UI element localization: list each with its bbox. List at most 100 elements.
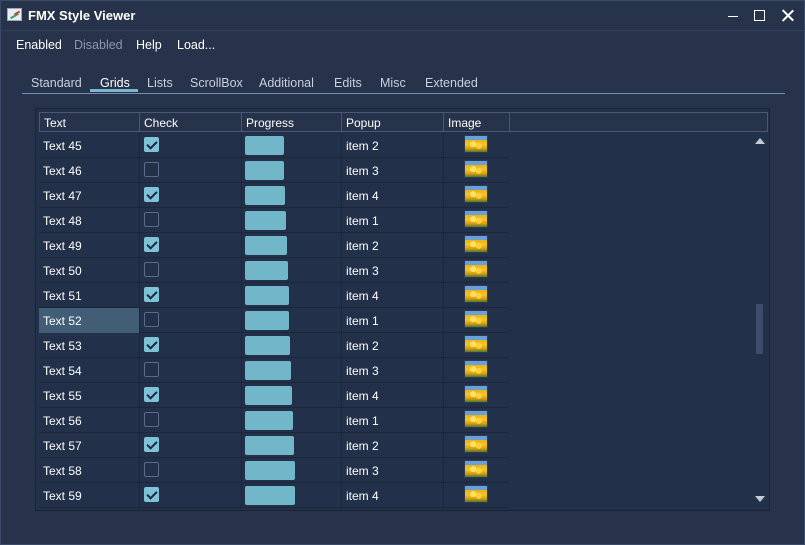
image-cell	[444, 158, 509, 183]
table-row[interactable]: Text 56 item 1	[39, 408, 509, 433]
table-row[interactable]: Text 45 item 2	[39, 133, 509, 158]
flowers-thumbnail-icon	[464, 260, 488, 278]
menu-disabled[interactable]: Disabled	[74, 38, 123, 52]
row-checkbox[interactable]	[144, 362, 159, 377]
app-window: FMX Style Viewer Enabled Disabled Help L…	[0, 0, 805, 545]
close-button[interactable]	[772, 1, 802, 30]
row-checkbox[interactable]	[144, 487, 159, 502]
text-cell[interactable]: Text 56	[39, 408, 140, 433]
table-row[interactable]: Text 50 item 3	[39, 258, 509, 283]
tab-edits[interactable]: Edits	[334, 76, 362, 90]
row-checkbox[interactable]	[144, 187, 159, 202]
table-row[interactable]: Text 57 item 2	[39, 433, 509, 458]
table-row[interactable]: Text 46 item 3	[39, 158, 509, 183]
row-checkbox[interactable]	[144, 262, 159, 277]
text-cell[interactable]: Text 54	[39, 358, 140, 383]
row-checkbox[interactable]	[144, 162, 159, 177]
column-header-progress[interactable]: Progress	[242, 112, 342, 132]
table-row[interactable]: Text 52 item 1	[39, 308, 509, 333]
check-cell	[140, 233, 242, 258]
progress-fill	[245, 136, 284, 155]
row-checkbox[interactable]	[144, 287, 159, 302]
row-checkbox[interactable]	[144, 412, 159, 427]
progress-fill	[245, 386, 292, 405]
text-cell[interactable]: Text 55	[39, 383, 140, 408]
popup-cell[interactable]: item 4	[342, 183, 444, 208]
popup-cell[interactable]: item 3	[342, 258, 444, 283]
text-cell[interactable]: Text 50	[39, 258, 140, 283]
tab-grids[interactable]: Grids	[100, 76, 130, 90]
menu-load[interactable]: Load...	[177, 38, 215, 52]
grid-header: Text Check Progress Popup Image	[39, 112, 768, 132]
tab-lists[interactable]: Lists	[147, 76, 173, 90]
scroll-thumb[interactable]	[756, 304, 763, 354]
text-cell[interactable]: Text 57	[39, 433, 140, 458]
maximize-button[interactable]	[744, 1, 774, 30]
table-row[interactable]: Text 53 item 2	[39, 333, 509, 358]
table-row[interactable]: Text 49 item 2	[39, 233, 509, 258]
table-row[interactable]: Text 51 item 4	[39, 283, 509, 308]
menu-enabled[interactable]: Enabled	[16, 38, 62, 52]
image-cell	[444, 308, 509, 333]
row-checkbox[interactable]	[144, 437, 159, 452]
progress-fill	[245, 336, 290, 355]
row-checkbox[interactable]	[144, 212, 159, 227]
tab-scrollbox[interactable]: ScrollBox	[190, 76, 243, 90]
column-header-image[interactable]: Image	[444, 112, 510, 132]
table-row[interactable]: Text 59 item 4	[39, 483, 509, 508]
check-cell	[140, 458, 242, 483]
title-bar[interactable]: FMX Style Viewer	[1, 1, 804, 30]
column-header-check[interactable]: Check	[140, 112, 242, 132]
popup-cell[interactable]: item 2	[342, 433, 444, 458]
menu-help[interactable]: Help	[136, 38, 162, 52]
row-checkbox[interactable]	[144, 312, 159, 327]
popup-cell[interactable]: item 1	[342, 408, 444, 433]
text-cell[interactable]: Text 51	[39, 283, 140, 308]
column-header-popup[interactable]: Popup	[342, 112, 444, 132]
row-checkbox[interactable]	[144, 387, 159, 402]
text-cell[interactable]: Text 46	[39, 158, 140, 183]
string-grid[interactable]: Text Check Progress Popup Image Text 45 i…	[35, 108, 770, 511]
popup-cell[interactable]: item 4	[342, 383, 444, 408]
popup-cell[interactable]: item 4	[342, 483, 444, 508]
popup-cell[interactable]: item 3	[342, 358, 444, 383]
popup-cell[interactable]: item 3	[342, 458, 444, 483]
popup-cell[interactable]: item 2	[342, 133, 444, 158]
column-header-text[interactable]: Text	[39, 112, 140, 132]
scroll-down-arrow-icon[interactable]	[755, 496, 765, 502]
popup-cell[interactable]: item 1	[342, 308, 444, 333]
check-cell	[140, 408, 242, 433]
table-row[interactable]: Text 55 item 4	[39, 383, 509, 408]
scroll-up-arrow-icon[interactable]	[755, 138, 765, 144]
row-checkbox[interactable]	[144, 137, 159, 152]
popup-cell[interactable]: item 4	[342, 283, 444, 308]
text-cell[interactable]: Text 52	[39, 308, 140, 333]
tab-additional[interactable]: Additional	[259, 76, 314, 90]
popup-cell[interactable]: item 2	[342, 233, 444, 258]
text-cell[interactable]: Text 53	[39, 333, 140, 358]
text-cell[interactable]: Text 49	[39, 233, 140, 258]
row-checkbox[interactable]	[144, 462, 159, 477]
column-header-filler	[510, 112, 768, 132]
table-row[interactable]: Text 58 item 3	[39, 458, 509, 483]
image-cell	[444, 433, 509, 458]
text-cell[interactable]: Text 59	[39, 483, 140, 508]
progress-cell	[242, 208, 342, 233]
row-checkbox[interactable]	[144, 237, 159, 252]
tab-standard[interactable]: Standard	[31, 76, 82, 90]
vertical-scrollbar[interactable]	[753, 132, 767, 508]
text-cell[interactable]: Text 48	[39, 208, 140, 233]
tab-extended[interactable]: Extended	[425, 76, 478, 90]
table-row[interactable]: Text 47 item 4	[39, 183, 509, 208]
table-row[interactable]: Text 54 item 3	[39, 358, 509, 383]
text-cell[interactable]: Text 58	[39, 458, 140, 483]
text-cell[interactable]: Text 45	[39, 133, 140, 158]
image-cell	[444, 208, 509, 233]
table-row[interactable]: Text 48 item 1	[39, 208, 509, 233]
text-cell[interactable]: Text 47	[39, 183, 140, 208]
popup-cell[interactable]: item 1	[342, 208, 444, 233]
tab-misc[interactable]: Misc	[380, 76, 406, 90]
popup-cell[interactable]: item 3	[342, 158, 444, 183]
popup-cell[interactable]: item 2	[342, 333, 444, 358]
row-checkbox[interactable]	[144, 337, 159, 352]
